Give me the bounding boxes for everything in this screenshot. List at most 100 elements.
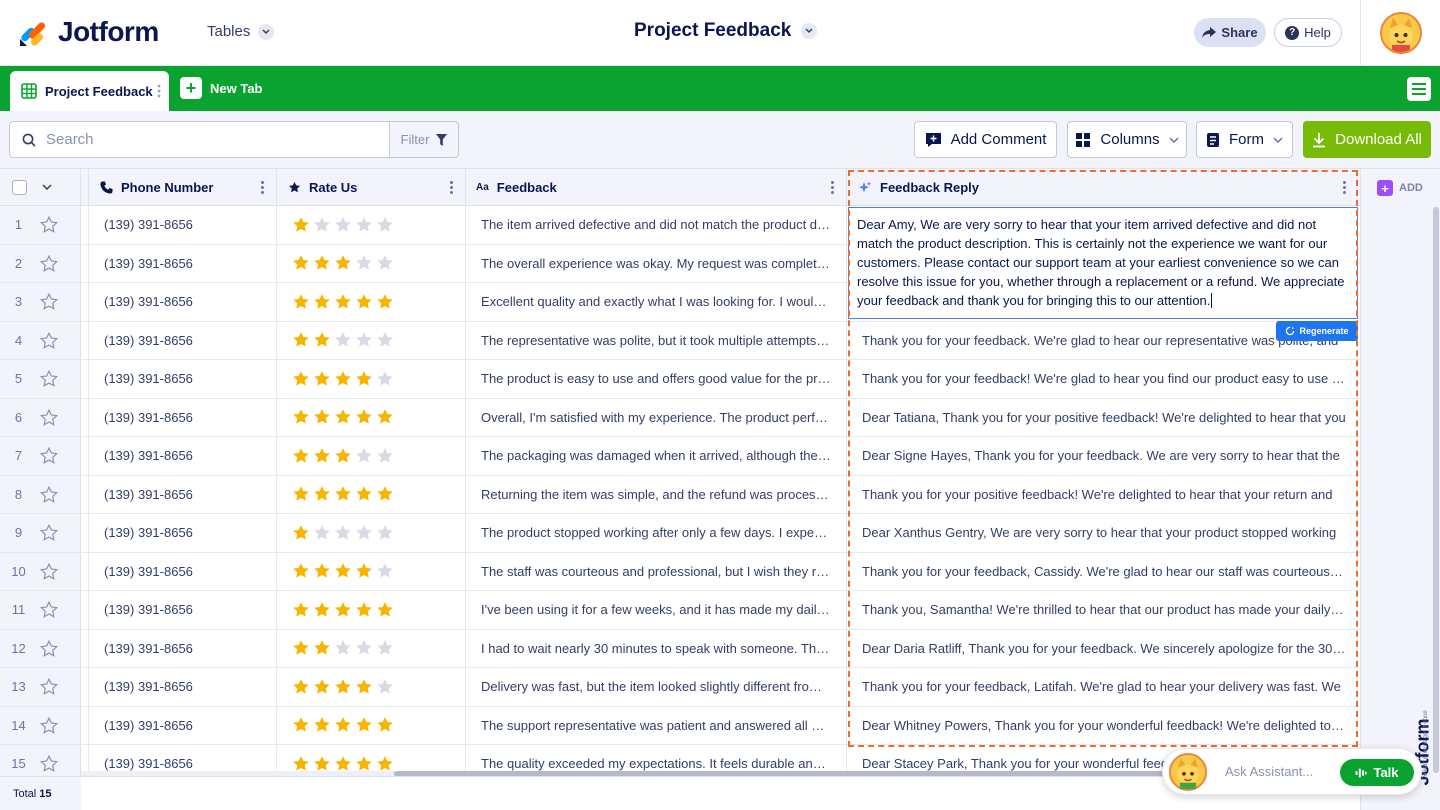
star-empty-icon[interactable] [334, 524, 352, 542]
star-filled-icon[interactable] [334, 678, 352, 696]
favorite-star-icon[interactable] [40, 524, 58, 542]
star-filled-icon[interactable] [292, 601, 310, 619]
star-empty-icon[interactable] [334, 639, 352, 657]
star-filled-icon[interactable] [292, 562, 310, 580]
phone-cell[interactable]: (139) 391-8656 [89, 244, 277, 282]
table-row[interactable]: 9 (139) 391-8656 The product stopped worki… [0, 514, 1360, 553]
column-options-icon[interactable] [1343, 181, 1346, 194]
feedback-reply-cell[interactable]: Thank you, Samantha! We're thrilled to h… [848, 591, 1358, 629]
feedback-cell[interactable]: The packaging was damaged when it arrive… [466, 437, 847, 475]
star-empty-icon[interactable] [355, 447, 373, 465]
rating-cell[interactable] [277, 398, 466, 436]
column-options-icon[interactable] [261, 181, 264, 194]
favorite-star-icon[interactable] [40, 216, 58, 234]
star-filled-icon[interactable] [313, 370, 331, 388]
star-empty-icon[interactable] [334, 216, 352, 234]
feedback-reply-cell[interactable]: Thank you for your feedback, Latifah. We… [848, 668, 1358, 706]
table-row[interactable]: 5 (139) 391-8656 The product is easy to us… [0, 360, 1360, 399]
select-all-checkbox[interactable] [12, 180, 27, 195]
feedback-reply-cell[interactable]: Thank you for your feedback, Cassidy. We… [848, 553, 1358, 591]
star-filled-icon[interactable] [313, 639, 331, 657]
feedback-reply-cell[interactable]: Dear Whitney Powers, Thank you for your … [848, 707, 1358, 745]
phone-cell[interactable]: (139) 391-8656 [89, 321, 277, 359]
rating-cell[interactable] [277, 244, 466, 282]
favorite-star-icon[interactable] [40, 293, 58, 311]
table-row[interactable]: 7 (139) 391-8656 The packaging was damaged… [0, 437, 1360, 476]
star-filled-icon[interactable] [292, 524, 310, 542]
favorite-star-icon[interactable] [40, 370, 58, 388]
favorite-star-icon[interactable] [40, 678, 58, 696]
phone-cell[interactable]: (139) 391-8656 [89, 552, 277, 590]
star-empty-icon[interactable] [376, 678, 394, 696]
expanded-reply-cell[interactable]: Dear Amy, We are very sorry to hear that… [848, 207, 1358, 319]
star-empty-icon[interactable] [376, 447, 394, 465]
search-input[interactable] [46, 131, 346, 148]
star-empty-icon[interactable] [355, 254, 373, 272]
star-filled-icon[interactable] [292, 678, 310, 696]
star-filled-icon[interactable] [376, 408, 394, 426]
star-empty-icon[interactable] [355, 524, 373, 542]
phone-cell[interactable]: (139) 391-8656 [89, 629, 277, 667]
feedback-cell[interactable]: Returning the item was simple, and the r… [466, 475, 847, 513]
column-header-feedback-reply[interactable]: Feedback Reply [848, 169, 1358, 206]
star-filled-icon[interactable] [292, 408, 310, 426]
rating-cell[interactable] [277, 437, 466, 475]
favorite-star-icon[interactable] [40, 639, 58, 658]
star-filled-icon[interactable] [292, 447, 310, 465]
rating-cell[interactable] [277, 283, 466, 321]
column-options-icon[interactable] [831, 181, 834, 194]
star-filled-icon[interactable] [313, 678, 331, 696]
phone-cell[interactable]: (139) 391-8656 [89, 668, 277, 706]
phone-cell[interactable]: (139) 391-8656 [89, 475, 277, 513]
favorite-star-icon[interactable] [40, 601, 58, 619]
star-filled-icon[interactable] [292, 370, 310, 388]
rating-cell[interactable] [277, 552, 466, 590]
tab-project-feedback[interactable]: Project Feedback [10, 71, 169, 111]
star-filled-icon[interactable] [355, 562, 373, 580]
rating-cell[interactable] [277, 321, 466, 359]
avatar[interactable] [1380, 12, 1422, 54]
new-tab-button[interactable]: + New Tab [180, 77, 263, 99]
star-empty-icon[interactable] [355, 331, 373, 349]
share-button[interactable]: Share [1194, 18, 1266, 47]
favorite-star-icon[interactable] [40, 331, 58, 350]
favorite-star-icon[interactable] [40, 408, 58, 427]
star-filled-icon[interactable] [292, 331, 310, 349]
feedback-cell[interactable]: The staff was courteous and professional… [466, 552, 847, 590]
rating-cell[interactable] [277, 206, 466, 244]
talk-button[interactable]: Talk [1340, 759, 1414, 786]
column-header-feedback[interactable]: Aa Feedback [466, 169, 847, 206]
star-filled-icon[interactable] [376, 716, 394, 734]
rating-cell[interactable] [277, 514, 466, 552]
feedback-reply-cell[interactable]: Dear Signe Hayes, Thank you for your fee… [848, 437, 1358, 475]
regenerate-button[interactable]: Regenerate [1276, 321, 1358, 341]
phone-cell[interactable]: (139) 391-8656 [89, 706, 277, 744]
star-empty-icon[interactable] [376, 639, 394, 657]
favorite-star-icon[interactable] [40, 485, 58, 504]
star-filled-icon[interactable] [376, 293, 394, 311]
favorite-star-icon[interactable] [40, 447, 58, 465]
star-filled-icon[interactable] [334, 485, 352, 503]
phone-cell[interactable]: (139) 391-8656 [89, 437, 277, 475]
star-filled-icon[interactable] [355, 601, 373, 619]
star-filled-icon[interactable] [313, 254, 331, 272]
star-filled-icon[interactable] [313, 447, 331, 465]
phone-cell[interactable]: (139) 391-8656 [89, 206, 277, 244]
star-empty-icon[interactable] [355, 639, 373, 657]
star-filled-icon[interactable] [292, 293, 310, 311]
star-filled-icon[interactable] [313, 485, 331, 503]
tables-dropdown[interactable]: Tables [207, 23, 275, 40]
table-row[interactable]: 4 (139) 391-8656 The representative was po… [0, 321, 1360, 360]
star-filled-icon[interactable] [334, 293, 352, 311]
star-filled-icon[interactable] [355, 678, 373, 696]
star-filled-icon[interactable] [334, 601, 352, 619]
jotform-logo[interactable]: Jotform [18, 16, 159, 48]
rating-cell[interactable] [277, 475, 466, 513]
star-filled-icon[interactable] [292, 639, 310, 657]
feedback-cell[interactable]: Overall, I'm satisfied with my experienc… [466, 398, 847, 436]
star-filled-icon[interactable] [313, 716, 331, 734]
star-empty-icon[interactable] [376, 524, 394, 542]
feedback-cell[interactable]: The item arrived defective and did not m… [466, 206, 847, 244]
feedback-cell[interactable]: Delivery was fast, but the item looked s… [466, 668, 847, 706]
table-row[interactable]: 12 (139) 391-8656 I had to wait nearly 30 … [0, 629, 1360, 668]
